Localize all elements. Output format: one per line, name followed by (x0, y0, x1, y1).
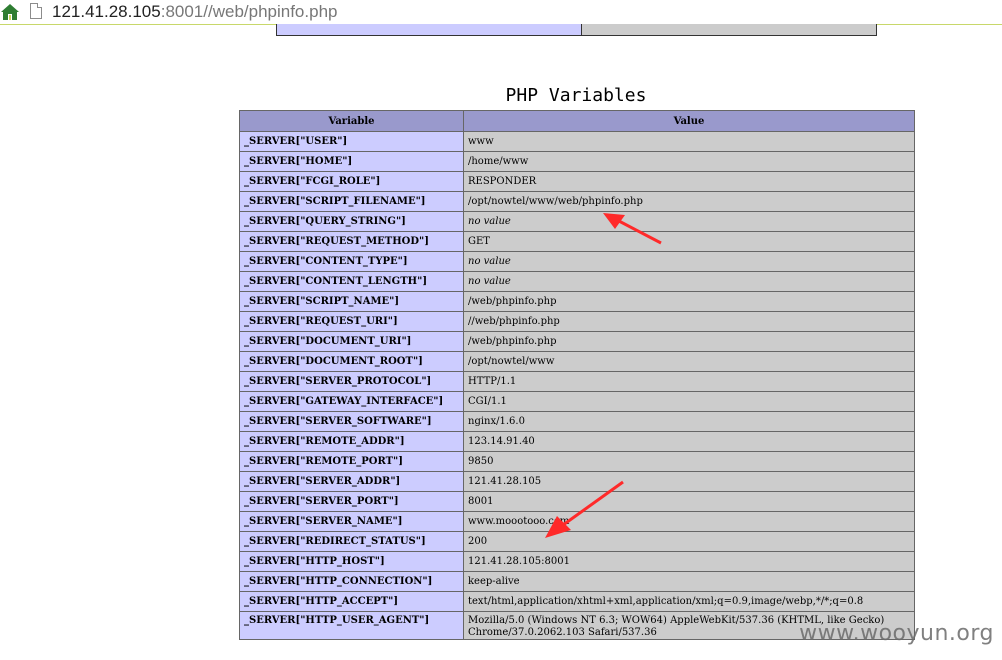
variable-name: _SERVER["SERVER_PROTOCOL"] (239, 371, 464, 392)
page-icon (30, 3, 42, 19)
previous-table-cell-left (277, 24, 582, 35)
table-row: _SERVER["DOCUMENT_ROOT"]/opt/nowtel/www (239, 351, 915, 372)
variable-value: /web/phpinfo.php (463, 291, 915, 312)
variable-value: nginx/1.6.0 (463, 411, 915, 432)
variable-value: text/html,application/xhtml+xml,applicat… (463, 591, 915, 612)
variable-value: /web/phpinfo.php (463, 331, 915, 352)
variable-name: _SERVER["SERVER_PORT"] (239, 491, 464, 512)
variable-name: _SERVER["DOCUMENT_ROOT"] (239, 351, 464, 372)
variable-name: _SERVER["SERVER_NAME"] (239, 511, 464, 532)
previous-table-cell-right (582, 24, 876, 35)
variable-name: _SERVER["SERVER_SOFTWARE"] (239, 411, 464, 432)
header-value: Value (463, 110, 915, 132)
variable-value: no value (463, 271, 915, 292)
variable-name: _SERVER["CONTENT_TYPE"] (239, 251, 464, 272)
table-row: _SERVER["REQUEST_URI"]//web/phpinfo.php (239, 311, 915, 332)
table-row: _SERVER["SERVER_PORT"] 8001 (239, 491, 915, 512)
table-row: _SERVER["GATEWAY_INTERFACE"] CGI/1.1 (239, 391, 915, 412)
variable-name: _SERVER["QUERY_STRING"] (239, 211, 464, 232)
variable-name: _SERVER["REQUEST_METHOD"] (239, 231, 464, 252)
table-row: _SERVER["FCGI_ROLE"] RESPONDER (239, 171, 915, 192)
url-text[interactable]: 121.41.28.105:8001//web/phpinfo.php (52, 1, 337, 23)
table-row: _SERVER["USER"] www (239, 131, 915, 152)
table-row: _SERVER["HOME"]/home/www (239, 151, 915, 172)
table-row: _SERVER["HTTP_ACCEPT"] text/html,applicat… (239, 591, 915, 612)
table-row: _SERVER["SERVER_ADDR"] 121.41.28.105 (239, 471, 915, 492)
table-row: _SERVER["SERVER_NAME"] www.moootooo.com (239, 511, 915, 532)
variable-name: _SERVER["HOME"] (239, 151, 464, 172)
variable-value: GET (463, 231, 915, 252)
variable-name: _SERVER["REMOTE_PORT"] (239, 451, 464, 472)
url-path: :8001//web/phpinfo.php (160, 2, 338, 21)
address-bar[interactable]: 121.41.28.105:8001//web/phpinfo.php (0, 0, 1002, 25)
variable-name: _SERVER["DOCUMENT_URI"] (239, 331, 464, 352)
php-variables-table: Variable Value _SERVER["USER"] www _SERVER… (239, 110, 915, 640)
table-row: _SERVER["CONTENT_LENGTH"] no value (239, 271, 915, 292)
variable-value: no value (463, 251, 915, 272)
variable-name: _SERVER["HTTP_CONNECTION"] (239, 571, 464, 592)
variable-value: /home/www (463, 151, 915, 172)
variable-value: keep-alive (463, 571, 915, 592)
variable-name: _SERVER["SCRIPT_FILENAME"] (239, 191, 464, 212)
variable-value: no value (463, 211, 915, 232)
variable-name: _SERVER["HTTP_HOST"] (239, 551, 464, 572)
variable-value: 121.41.28.105:8001 (463, 551, 915, 572)
variable-value: 200 (463, 531, 915, 552)
variable-name: _SERVER["SERVER_ADDR"] (239, 471, 464, 492)
variable-name: _SERVER["REQUEST_URI"] (239, 311, 464, 332)
variable-name: _SERVER["HTTP_ACCEPT"] (239, 591, 464, 612)
variable-value: HTTP/1.1 (463, 371, 915, 392)
variable-value: RESPONDER (463, 171, 915, 192)
variable-value: 121.41.28.105 (463, 471, 915, 492)
variable-value: 123.14.91.40 (463, 431, 915, 452)
variable-value: www (463, 131, 915, 152)
table-row: _SERVER["HTTP_CONNECTION"] keep-alive (239, 571, 915, 592)
table-row: _SERVER["REMOTE_ADDR"] 123.14.91.40 (239, 431, 915, 452)
variable-value: CGI/1.1 (463, 391, 915, 412)
table-row: _SERVER["HTTP_HOST"] 121.41.28.105:8001 (239, 551, 915, 572)
home-icon[interactable] (0, 2, 20, 22)
variable-name: _SERVER["HTTP_USER_AGENT"] (239, 611, 464, 640)
table-row: _SERVER["REDIRECT_STATUS"] 200 (239, 531, 915, 552)
variable-value: //web/phpinfo.php (463, 311, 915, 332)
variable-name: _SERVER["USER"] (239, 131, 464, 152)
section-title: PHP Variables (505, 84, 647, 106)
table-row: _SERVER["SERVER_SOFTWARE"] nginx/1.6.0 (239, 411, 915, 432)
watermark: www.wooyun.org (799, 621, 994, 646)
variable-name: _SERVER["GATEWAY_INTERFACE"] (239, 391, 464, 412)
table-row: _SERVER["QUERY_STRING"] no value (239, 211, 915, 232)
table-row: _SERVER["CONTENT_TYPE"] no value (239, 251, 915, 272)
header-variable: Variable (239, 110, 464, 132)
variable-name: _SERVER["SCRIPT_NAME"] (239, 291, 464, 312)
variable-name: _SERVER["REDIRECT_STATUS"] (239, 531, 464, 552)
variable-name: _SERVER["FCGI_ROLE"] (239, 171, 464, 192)
variable-value: /opt/nowtel/www (463, 351, 915, 372)
table-header-row: Variable Value (239, 110, 915, 132)
table-body: _SERVER["USER"] www _SERVER["HOME"]/home/w… (239, 131, 915, 640)
variable-value: 8001 (463, 491, 915, 512)
variable-name: _SERVER["REMOTE_ADDR"] (239, 431, 464, 452)
variable-value: /opt/nowtel/www/web/phpinfo.php (463, 191, 915, 212)
variable-value: www.moootooo.com (463, 511, 915, 532)
table-row: _SERVER["SCRIPT_NAME"]/web/phpinfo.php (239, 291, 915, 312)
table-row: _SERVER["SCRIPT_FILENAME"]/opt/nowtel/ww… (239, 191, 915, 212)
table-row: _SERVER["REMOTE_PORT"] 9850 (239, 451, 915, 472)
variable-value: 9850 (463, 451, 915, 472)
table-row: _SERVER["REQUEST_METHOD"] GET (239, 231, 915, 252)
variable-name: _SERVER["CONTENT_LENGTH"] (239, 271, 464, 292)
previous-table-bottom (276, 24, 877, 36)
table-row: _SERVER["SERVER_PROTOCOL"] HTTP/1.1 (239, 371, 915, 392)
url-host: 121.41.28.105 (52, 2, 161, 21)
table-row: _SERVER["DOCUMENT_URI"]/web/phpinfo.php (239, 331, 915, 352)
